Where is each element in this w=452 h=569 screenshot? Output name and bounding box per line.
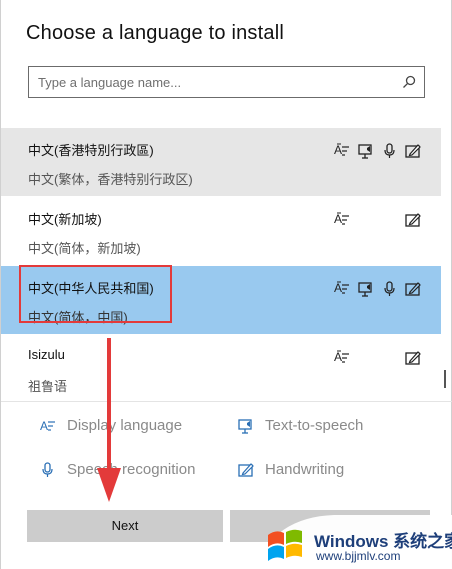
text-to-speech-icon <box>358 144 372 159</box>
language-name: 中文(新加坡) <box>28 212 102 227</box>
svg-text:A: A <box>334 143 342 157</box>
microphone-icon <box>384 143 395 158</box>
display-language-icon: A <box>334 212 349 226</box>
microphone-icon <box>42 462 53 477</box>
display-language-icon: A <box>334 281 349 295</box>
legend-label: Handwriting <box>265 461 345 478</box>
legend-label: Text-to-speech <box>265 417 364 434</box>
language-install-dialog: Choose a language to install 中文(香港特別行政區)… <box>0 0 452 569</box>
language-subtitle: 中文(简体，新加坡) <box>28 241 141 256</box>
next-button[interactable]: Next <box>27 510 223 542</box>
handwriting-icon <box>405 213 421 227</box>
legend-label: Speech recognition <box>67 461 196 478</box>
language-item-zh-hk[interactable]: 中文(香港特別行政區) 中文(繁体，香港特别行政区) A <box>1 128 441 196</box>
handwriting-icon <box>405 351 421 365</box>
display-language-icon: A <box>334 350 349 364</box>
watermark-url: www.bjjmlv.com <box>316 549 401 563</box>
svg-text:A: A <box>334 212 342 226</box>
language-subtitle: 中文(简体，中国) <box>28 310 128 325</box>
text-to-speech-icon <box>238 419 252 434</box>
language-search-box[interactable] <box>28 66 425 98</box>
microphone-icon <box>384 281 395 296</box>
text-to-speech-icon <box>358 282 372 297</box>
watermark: Windows 系统之家 www.bjjmlv.com <box>254 507 452 569</box>
language-name: Isizulu <box>28 347 65 362</box>
list-scrollbar[interactable] <box>443 128 449 400</box>
language-name: 中文(中华人民共和国) <box>28 281 154 296</box>
annotation-arrow <box>97 338 121 502</box>
svg-text:A: A <box>334 281 342 295</box>
display-language-icon: A <box>40 419 55 433</box>
language-item-zu[interactable]: Isizulu 祖鲁语 A <box>1 335 441 400</box>
list-scrollbar-thumb[interactable] <box>444 370 446 388</box>
legend-text-to-speech: Text-to-speech <box>237 417 387 437</box>
language-name: 中文(香港特別行政區) <box>28 143 154 158</box>
handwriting-icon <box>405 282 421 296</box>
handwriting-icon <box>405 144 421 158</box>
language-search-input[interactable] <box>38 73 378 91</box>
legend-handwriting: Handwriting <box>237 461 387 481</box>
language-subtitle: 祖鲁语 <box>28 379 68 394</box>
search-icon[interactable] <box>402 75 416 89</box>
language-list: 中文(香港特別行政區) 中文(繁体，香港特别行政区) A 中文(新加坡) 中文(… <box>1 128 441 400</box>
legend-speech-recognition: Speech recognition <box>39 461 219 481</box>
svg-text:A: A <box>334 350 342 364</box>
divider <box>1 401 452 402</box>
dialog-title: Choose a language to install <box>26 22 285 44</box>
handwriting-icon <box>238 463 254 477</box>
language-subtitle: 中文(繁体，香港特别行政区) <box>28 172 193 187</box>
language-item-zh-cn[interactable]: 中文(中华人民共和国) 中文(简体，中国) A <box>1 266 441 334</box>
svg-text:A: A <box>40 419 48 433</box>
language-item-zh-sg[interactable]: 中文(新加坡) 中文(简体，新加坡) A <box>1 197 441 265</box>
display-language-icon: A <box>334 143 349 157</box>
